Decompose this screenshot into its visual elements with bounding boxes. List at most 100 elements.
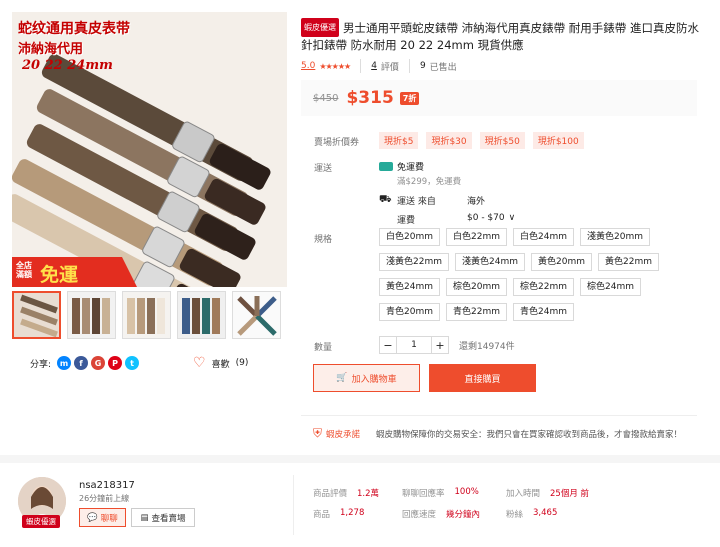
thumbnail[interactable]	[177, 291, 226, 339]
like-count: (9)	[235, 358, 249, 368]
ship-fee-value[interactable]: $0 - $70	[467, 213, 505, 226]
twitter-icon[interactable]: t	[125, 356, 140, 370]
google-plus-icon[interactable]: G	[91, 356, 106, 370]
voucher-label: 賣場折價券	[314, 138, 360, 148]
voucher-list: 現折$5 現折$30 現折$50 現折$100	[379, 132, 584, 149]
like-label: 喜歡	[211, 359, 230, 370]
spec-option[interactable]: 棕色20mm	[446, 278, 507, 296]
messenger-icon[interactable]: m	[57, 356, 72, 370]
product-title-text: 男士通用平頭蛇皮錶帶 沛納海代用真皮錶帶 耐用手錶帶 進口真皮防水針扣錶帶 防水…	[301, 21, 699, 52]
thumbnail-strip	[12, 291, 287, 339]
voucher-tag[interactable]: 現折$30	[426, 132, 472, 149]
stat-item: 粉絲 3,465	[506, 508, 558, 520]
stat-item: 回應速度 幾分鐘內	[402, 510, 481, 520]
rating-value[interactable]: 5.0	[301, 61, 315, 71]
shipping-info: 免運費 滿$299，免運費 ⛟ 運送 來自 海外 運費 $0 - $70 ∨	[379, 160, 515, 226]
overlay-subtitle: 沛納海代用	[18, 42, 84, 57]
rating-row: 5.0 ★★★★★ 4 評價 9 已售出	[301, 59, 457, 73]
heart-icon: ♡	[193, 355, 206, 371]
cart-icon: 🛒	[336, 373, 348, 383]
promo-small: 全店 滿額	[16, 261, 32, 279]
shipping-label: 運送	[314, 164, 333, 174]
spec-option[interactable]: 青色22mm	[446, 303, 507, 321]
reviews-count[interactable]: 4	[371, 61, 377, 71]
price-box: $450 $315 7折	[301, 80, 697, 116]
free-shipping-icon	[379, 162, 393, 171]
overlay-title: 蛇纹通用真皮表带	[18, 21, 130, 37]
promo-free-shipping: 免運	[40, 264, 79, 286]
sale-price: $315	[346, 88, 394, 108]
spec-option[interactable]: 黃色22mm	[598, 253, 659, 271]
product-title: 蝦皮優選 男士通用平頭蛇皮錶帶 沛納海代用真皮錶帶 耐用手錶帶 進口真皮防水針扣錶…	[301, 18, 706, 54]
spec-option[interactable]: 白色22mm	[446, 228, 507, 246]
spec-option[interactable]: 青色20mm	[379, 303, 440, 321]
quantity-input[interactable]: 1	[397, 336, 431, 354]
add-to-cart-label: 加入購物車	[351, 374, 397, 385]
share-label: 分享:	[30, 359, 52, 370]
truck-icon: ⛟	[379, 194, 392, 205]
free-shipping-desc: 滿$299，免運費	[397, 177, 462, 187]
guarantee-text: 蝦皮購物保障你的交易安全：我們只會在買家確認收到商品後，才會撥款給賣家！	[376, 429, 683, 440]
product-card: 蛇纹通用真皮表带 沛納海代用 20 22 24mm 全店 滿額 免運 分享: m …	[0, 0, 720, 455]
reviews-label: 評價	[380, 62, 399, 73]
divider	[293, 475, 294, 535]
spec-option[interactable]: 白色24mm	[513, 228, 574, 246]
ship-from-label: 運送 來自	[397, 197, 436, 207]
stat-item: 商品 1,278	[313, 508, 365, 520]
quantity-label: 數量	[314, 343, 333, 353]
chat-button[interactable]: 💬 聊聊	[79, 508, 126, 527]
chat-icon: 💬	[87, 512, 98, 523]
spec-options: 白色20mm 白色22mm 白色24mm 淺黃色20mm 淺黃色22mm 淺黃色…	[379, 228, 689, 321]
preferred-seller-badge: 蝦皮優選	[22, 515, 60, 528]
view-shop-button[interactable]: ▤ 查看賣場	[131, 508, 195, 527]
preferred-badge: 蝦皮優選	[301, 18, 339, 37]
spec-option[interactable]: 淺黃色20mm	[580, 228, 650, 246]
guarantee-row: ⛨ 蝦皮承諾 蝦皮購物保障你的交易安全：我們只會在買家確認收到商品後，才會撥款給…	[313, 426, 682, 441]
plus-button[interactable]: +	[431, 336, 449, 354]
stock-remaining: 還剩14974件	[459, 341, 515, 352]
minus-button[interactable]: −	[379, 336, 397, 354]
spec-option[interactable]: 白色20mm	[379, 228, 440, 246]
sold-label: 已售出	[429, 62, 457, 73]
quantity-stepper: − 1 + 還剩14974件	[379, 336, 515, 354]
thumbnail[interactable]	[232, 291, 281, 339]
spec-option[interactable]: 棕色22mm	[513, 278, 574, 296]
thumbnail[interactable]	[122, 291, 171, 339]
discount-badge: 7折	[399, 91, 420, 105]
spec-option[interactable]: 淺黃色24mm	[455, 253, 525, 271]
share-row: 分享: m f G P t	[30, 356, 140, 370]
divider	[301, 415, 697, 416]
sold-count: 9	[419, 61, 426, 71]
product-main-image[interactable]: 蛇纹通用真皮表带 沛納海代用 20 22 24mm 全店 滿額 免運	[12, 12, 287, 287]
voucher-tag[interactable]: 現折$50	[479, 132, 525, 149]
spec-option[interactable]: 棕色24mm	[580, 278, 641, 296]
chevron-down-icon[interactable]: ∨	[509, 213, 516, 226]
spec-option[interactable]: 黃色20mm	[531, 253, 592, 271]
shield-icon: ⛨	[313, 426, 323, 440]
like-button[interactable]: ♡ 喜歡 (9)	[193, 356, 248, 370]
voucher-tag[interactable]: 現折$5	[379, 132, 419, 149]
free-shipping-title: 免運費	[397, 163, 425, 173]
thumbnail[interactable]	[12, 291, 61, 339]
chat-label: 聊聊	[100, 513, 118, 524]
stat-item: 加入時間 25個月 前	[506, 489, 590, 499]
buy-now-button[interactable]: 直接購買	[429, 364, 536, 392]
shop-name: nsa218317	[79, 480, 135, 491]
view-shop-label: 查看賣場	[151, 513, 186, 524]
voucher-tag[interactable]: 現折$100	[532, 132, 584, 149]
spec-option[interactable]: 淺黃色22mm	[379, 253, 449, 271]
spec-option[interactable]: 黃色24mm	[379, 278, 440, 296]
pinterest-icon[interactable]: P	[108, 356, 123, 370]
thumbnail[interactable]	[67, 291, 116, 339]
ship-fee-label: 運費	[397, 216, 416, 226]
stat-item: 商品評價 1.2萬	[313, 489, 380, 499]
add-to-cart-button[interactable]: 🛒 加入購物車	[313, 364, 420, 392]
original-price: $450	[313, 92, 339, 104]
star-rating-icon: ★★★★★	[319, 61, 351, 71]
shop-card: 蝦皮優選 nsa218317 26分鐘前上線 💬 聊聊 ▤ 查看賣場 商品評價 1…	[0, 463, 720, 547]
guarantee-title[interactable]: 蝦皮承諾	[326, 428, 360, 440]
spec-option[interactable]: 青色24mm	[513, 303, 574, 321]
facebook-icon[interactable]: f	[74, 356, 89, 370]
store-icon: ▤	[140, 512, 149, 523]
ship-from-value: 海外	[467, 197, 486, 207]
